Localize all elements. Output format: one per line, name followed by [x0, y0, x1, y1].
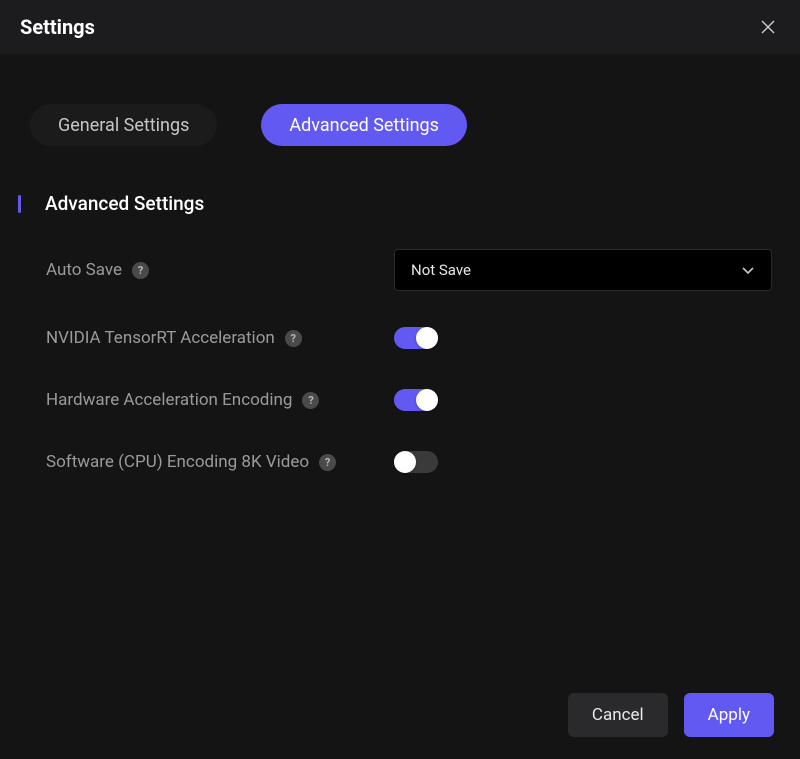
cancel-button[interactable]: Cancel — [568, 693, 668, 737]
apply-button[interactable]: Apply — [684, 693, 774, 737]
help-icon[interactable]: ? — [285, 330, 302, 347]
advanced-section: Advanced Settings Auto Save ? Not Save N… — [0, 146, 800, 473]
section-heading-row: Advanced Settings — [18, 192, 772, 215]
toggle-thumb — [394, 451, 416, 473]
hwencode-toggle[interactable] — [394, 389, 438, 411]
autosave-label: Auto Save — [46, 260, 122, 280]
toggle-thumb — [416, 327, 438, 349]
setting-row-hwencode: Hardware Acceleration Encoding ? — [28, 389, 772, 411]
heading-accent-bar — [18, 195, 21, 213]
setting-row-swencode8k: Software (CPU) Encoding 8K Video ? — [28, 451, 772, 473]
header-bar: Settings — [0, 0, 800, 54]
hwencode-label: Hardware Acceleration Encoding — [46, 390, 292, 410]
help-icon[interactable]: ? — [319, 454, 336, 471]
setting-label-wrap: Software (CPU) Encoding 8K Video ? — [46, 452, 394, 472]
setting-row-tensorrt: NVIDIA TensorRT Acceleration ? — [28, 327, 772, 349]
setting-label-wrap: Hardware Acceleration Encoding ? — [46, 390, 394, 410]
tensorrt-toggle[interactable] — [394, 327, 438, 349]
help-icon[interactable]: ? — [132, 262, 149, 279]
help-icon[interactable]: ? — [302, 392, 319, 409]
chevron-down-icon — [741, 263, 755, 277]
page-title: Settings — [20, 15, 95, 39]
close-button[interactable] — [756, 15, 780, 39]
swencode8k-toggle[interactable] — [394, 451, 438, 473]
toggle-thumb — [416, 389, 438, 411]
autosave-value: Not Save — [411, 261, 471, 279]
tabs-bar: General Settings Advanced Settings — [0, 54, 800, 146]
autosave-dropdown[interactable]: Not Save — [394, 249, 772, 291]
setting-label-wrap: NVIDIA TensorRT Acceleration ? — [46, 328, 394, 348]
footer-actions: Cancel Apply — [568, 693, 774, 737]
setting-row-autosave: Auto Save ? Not Save — [28, 249, 772, 291]
tab-general[interactable]: General Settings — [30, 104, 217, 146]
tensorrt-label: NVIDIA TensorRT Acceleration — [46, 328, 275, 348]
section-heading: Advanced Settings — [45, 192, 204, 215]
close-icon — [761, 20, 775, 34]
tab-advanced[interactable]: Advanced Settings — [261, 104, 467, 146]
setting-label-wrap: Auto Save ? — [46, 260, 394, 280]
swencode8k-label: Software (CPU) Encoding 8K Video — [46, 452, 309, 472]
